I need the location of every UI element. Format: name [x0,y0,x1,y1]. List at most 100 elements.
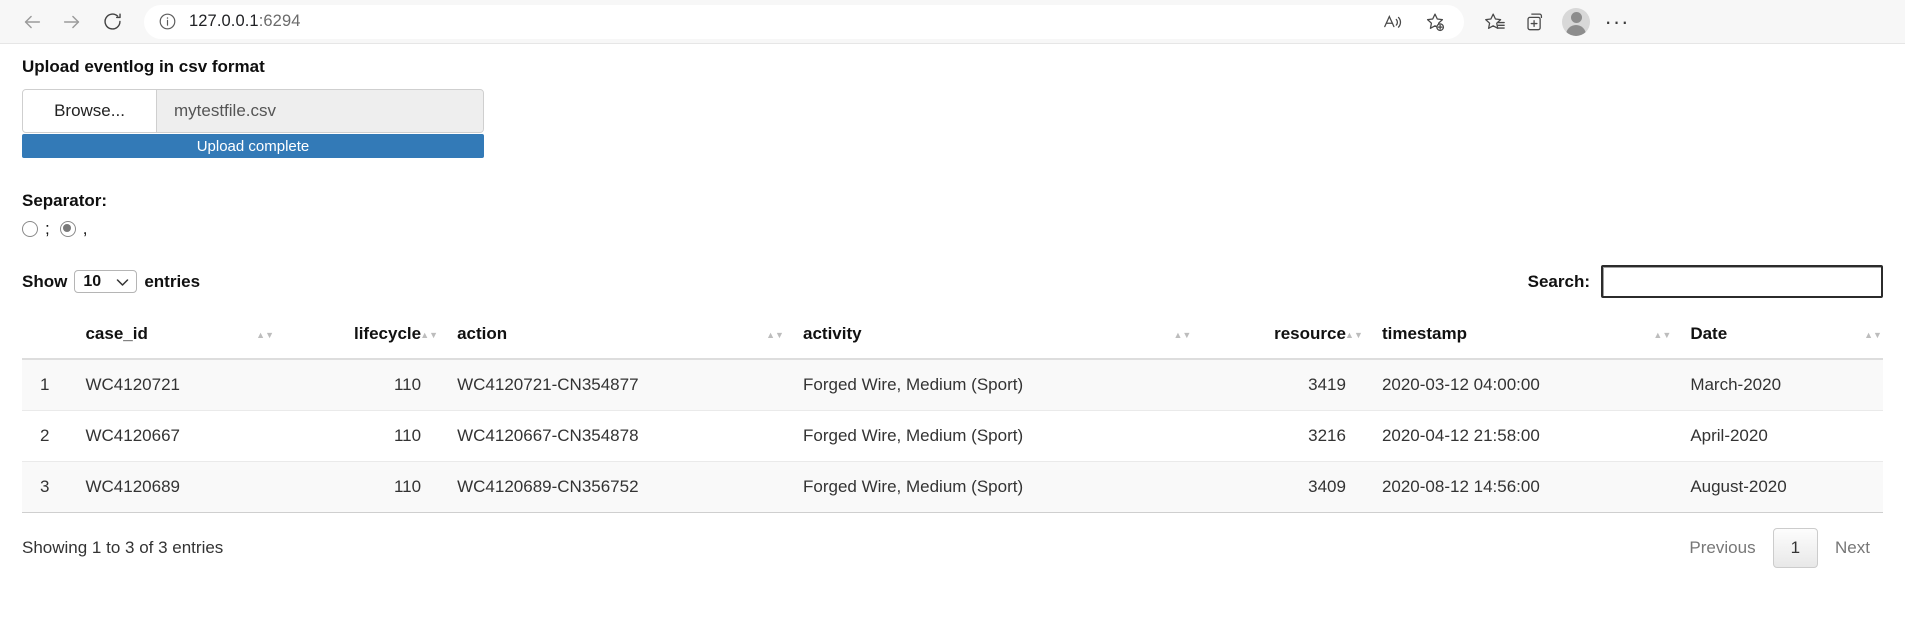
table-info: Showing 1 to 3 of 3 entries [22,538,224,557]
page-length-select-wrap[interactable]: 102550100 [74,270,138,293]
pagination-page-1-button[interactable]: 1 [1772,528,1819,568]
column-header-timestamp[interactable]: timestamp ▲▼ [1363,314,1673,360]
datatable-controls: Show 102550100 entries Search: [22,265,1883,298]
column-header-lifecycle[interactable]: lifecycle ▲▼ [275,314,440,360]
address-bar[interactable]: 127.0.0.1:6294 [144,4,1464,39]
cell-date: April-2020 [1672,410,1883,462]
add-favorite-icon[interactable] [1416,5,1454,39]
browser-toolbar: 127.0.0.1:6294 ··· [0,0,1905,44]
back-arrow-icon [24,15,41,28]
pagination-next-button[interactable]: Next [1822,531,1883,565]
page-content: Upload eventlog in csv format Browse... … [0,57,1905,568]
url-host: 127.0.0.1 [189,12,259,30]
back-button[interactable] [12,5,52,39]
pagination: Previous 1 Next [1676,528,1883,568]
radio-semicolon-icon[interactable] [22,221,38,237]
cell-action: WC4120721-CN354877 [439,359,785,411]
avatar [1562,7,1590,36]
collections-icon[interactable] [1516,5,1554,39]
column-label-case-id: case_id [85,324,148,343]
page-length-control: Show 102550100 entries [22,270,200,293]
table-body: 1 WC4120721 110 WC4120721-CN354877 Forged Wi… [22,359,1883,513]
radio-comma-icon[interactable] [59,221,76,237]
separator-option-comma[interactable]: , [59,219,88,239]
entries-label: entries [144,271,201,291]
search-label: Search: [1527,271,1590,291]
column-header-case-id[interactable]: case_id ▲▼ [67,314,276,360]
cell-index: 2 [22,410,68,462]
cell-resource: 3216 [1192,410,1364,462]
cell-activity: Forged Wire, Medium (Sport) [785,410,1193,462]
cell-case-id: WC4120689 [67,461,276,513]
show-label: Show [22,271,68,291]
file-input-group[interactable]: Browse... mytestfile.csv [22,89,484,133]
column-label-resource: resource [1274,324,1346,343]
column-label-date: Date [1690,324,1728,343]
refresh-button[interactable] [92,5,132,39]
separator-option-semicolon-label: ; [45,219,50,238]
separator-option-comma-label: , [82,219,88,238]
eventlog-table: case_id ▲▼ lifecycle ▲▼ action ▲▼ activity ▲… [22,314,1883,513]
address-text: 127.0.0.1:6294 [189,12,301,31]
browse-button[interactable]: Browse... [23,90,157,132]
read-aloud-icon[interactable] [1374,5,1412,39]
settings-and-more-button[interactable]: ··· [1598,5,1636,39]
cell-timestamp: 2020-03-12 04:00:00 [1363,359,1673,411]
url-port: :6294 [258,12,301,30]
cell-case-id: WC4120721 [67,359,276,411]
table-header-row: case_id ▲▼ lifecycle ▲▼ action ▲▼ activity ▲… [22,314,1883,360]
profile-button[interactable] [1556,4,1596,40]
separator-section-title: Separator: [22,191,108,210]
cell-resource: 3419 [1192,359,1364,411]
cell-index: 3 [22,461,68,513]
cell-action: WC4120667-CN354878 [439,410,785,462]
cell-activity: Forged Wire, Medium (Sport) [785,359,1193,411]
browser-actions: ··· [1476,4,1636,40]
cell-action: WC4120689-CN356752 [439,461,785,513]
sort-arrows-icon: ▲▼ [420,330,439,341]
column-header-resource[interactable]: resource ▲▼ [1192,314,1364,360]
favorites-icon[interactable] [1476,5,1514,39]
cell-date: August-2020 [1672,461,1883,513]
cell-lifecycle: 110 [275,461,440,513]
cell-timestamp: 2020-04-12 21:58:00 [1363,410,1673,462]
page-length-select[interactable]: 102550100 [74,270,138,293]
table-row: 2 WC4120667 110 WC4120667-CN354878 Forged Wi… [22,410,1883,462]
upload-progress-bar: Upload complete [22,134,484,158]
column-label-lifecycle: lifecycle [353,324,422,343]
table-head: case_id ▲▼ lifecycle ▲▼ action ▲▼ activity ▲… [22,314,1883,360]
column-label-activity: activity [803,324,862,343]
sort-arrows-icon: ▲▼ [256,330,274,341]
column-label-timestamp: timestamp [1381,324,1467,343]
cell-case-id: WC4120667 [67,410,276,462]
upload-progress-label: Upload complete [196,137,310,155]
search-input[interactable] [1601,265,1883,298]
more-dots-icon: ··· [1604,8,1630,34]
column-header-index [22,314,68,360]
forward-button[interactable] [52,5,92,39]
sort-arrows-icon: ▲▼ [1173,330,1192,341]
column-header-activity[interactable]: activity ▲▼ [785,314,1193,360]
sort-arrows-icon: ▲▼ [1864,330,1882,341]
cell-activity: Forged Wire, Medium (Sport) [785,461,1193,513]
cell-lifecycle: 110 [275,359,440,411]
separator-option-semicolon[interactable]: ; [22,219,50,239]
cell-resource: 3409 [1192,461,1364,513]
cell-timestamp: 2020-08-12 14:56:00 [1363,461,1673,513]
address-bar-actions [1374,5,1454,39]
pagination-previous-button[interactable]: Previous [1676,531,1768,565]
sort-arrows-icon: ▲▼ [1345,330,1363,341]
upload-section-title: Upload eventlog in csv format [22,57,265,76]
cell-date: March-2020 [1672,359,1883,411]
forward-arrow-icon [63,15,80,28]
datatable-footer: Showing 1 to 3 of 3 entries Previous 1 N… [22,528,1883,568]
cell-lifecycle: 110 [275,410,440,462]
cell-index: 1 [22,359,68,411]
column-header-date[interactable]: Date ▲▼ [1672,314,1883,360]
search-control: Search: [1528,265,1883,298]
selected-file-name: mytestfile.csv [157,90,483,132]
column-header-action[interactable]: action ▲▼ [439,314,785,360]
refresh-icon [103,13,121,30]
info-circle-icon[interactable] [158,12,177,31]
column-label-action: action [457,324,508,343]
